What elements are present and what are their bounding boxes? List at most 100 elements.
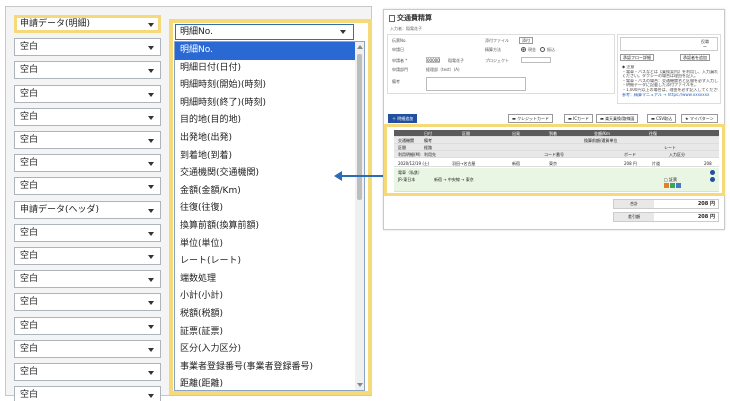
chevron-down-icon[interactable] [148, 115, 154, 120]
dropdown-option[interactable]: レート(レート) [175, 253, 364, 271]
mapping-select-13[interactable]: 空白 [14, 293, 161, 312]
dropdown-option[interactable]: 金額(金額/Km) [175, 183, 364, 201]
scroll-up-icon[interactable] [357, 45, 363, 49]
chevron-down-icon[interactable] [148, 92, 154, 97]
add-approver-button[interactable]: 承認者を追加 [680, 54, 710, 61]
chevron-down-icon[interactable] [148, 371, 154, 375]
dropdown-option[interactable]: 明細日付(日付) [175, 60, 364, 78]
chevron-down-icon[interactable] [148, 301, 154, 306]
mapping-select-value: 申請データ(明細) [20, 19, 91, 29]
approver-role-value: ー [703, 44, 707, 49]
chevron-down-icon[interactable] [148, 69, 154, 74]
mapping-select-value: 空白 [20, 65, 39, 76]
attach-button[interactable]: 添付 [519, 37, 533, 44]
dropdown-option[interactable]: 事業者登録番号(事業者登録番号) [175, 359, 364, 377]
chevron-down-icon[interactable] [148, 394, 154, 399]
mapping-select-4[interactable]: 空白 [14, 84, 161, 103]
mapping-select-value: 空白 [20, 42, 39, 53]
chevron-down-icon[interactable] [148, 46, 154, 51]
dropdown-option[interactable]: 証票(証票) [175, 324, 364, 342]
net-total-row: 差引額 208 円 [613, 212, 719, 222]
dropdown-option[interactable]: 税額(税額) [175, 306, 364, 324]
transit-search-button[interactable]: ▬ 楽天乗換/路線図 [596, 114, 639, 123]
scroll-down-icon[interactable] [357, 383, 363, 387]
dropdown-option[interactable]: 到着地(到着) [175, 148, 364, 166]
tag-icon[interactable] [676, 183, 681, 188]
approval-flow-button[interactable]: 承認フロー詳細 [620, 54, 654, 61]
scrollbar-thumb[interactable] [357, 54, 362, 200]
dropdown-option[interactable]: 換算前額(換算前額) [175, 218, 364, 236]
chevron-down-icon[interactable] [148, 255, 154, 259]
approval-panel: 役職 ー 承認フロー詳細 承認者を追加 ◆ 注意 ・電車・バスなどは【乗換案内】… [617, 34, 721, 104]
mapping-select-11[interactable]: 空白 [14, 247, 161, 265]
dropdown-option[interactable]: 明細No. [175, 42, 364, 60]
dropdown-option[interactable]: 区分(入力区分) [175, 341, 364, 359]
mapping-select-2[interactable]: 空白 [14, 38, 161, 57]
mapping-select-5[interactable]: 空白 [14, 107, 161, 126]
mapping-select-10[interactable]: 空白 [14, 223, 161, 242]
dropdown-option[interactable]: 距離(距離) [175, 376, 364, 390]
table-row[interactable]: 2020/12/19 (土) 羽田→名古屋 新宿 東京 208 円 片道 208 [394, 160, 719, 167]
mapping-select-value: 申請データ(ヘッダ) [20, 204, 100, 215]
table-row[interactable]: 電車（私鉄） JR-東日本 新宿 → 中央線 → 東京 □ 証票 [394, 168, 719, 192]
ic-card-button[interactable]: ▬ ICカード [564, 114, 594, 123]
column-mapping-panel: 申請データ(明細) 空白 空白 空白 空白 空白 空白 空白 申請データ(ヘッダ) 空白 空白 空白空… [5, 6, 372, 401]
mapping-select-16[interactable]: 空白 [14, 363, 161, 381]
tag-icon[interactable] [664, 183, 669, 188]
mapping-select-3[interactable]: 空白 [14, 61, 161, 80]
add-detail-button[interactable]: ＋ 明細追加 [388, 114, 418, 123]
copy-icon[interactable] [710, 177, 715, 182]
dropdown-option[interactable]: 単位(単位) [175, 236, 364, 254]
mapping-select-1[interactable]: 申請データ(明細) [14, 15, 161, 33]
project-field[interactable] [521, 57, 551, 63]
radio-cash-label: 現金 [528, 47, 536, 52]
mapping-select-14[interactable]: 空白 [14, 316, 161, 335]
chevron-down-icon[interactable] [148, 208, 154, 213]
dropdown-option[interactable]: 明細時刻(終了)(時刻) [175, 95, 364, 113]
radio-cash[interactable] [521, 47, 526, 52]
edit-icon[interactable] [710, 170, 715, 175]
chevron-down-icon[interactable] [148, 139, 154, 143]
radio-transfer[interactable] [540, 47, 545, 52]
dropdown-option[interactable]: 出発地(出発) [175, 130, 364, 148]
arrow-connector [340, 175, 386, 177]
chevron-down-icon[interactable] [148, 324, 154, 329]
label-applicant: 申請者 * [392, 58, 408, 63]
applicant-code-field[interactable]: 00000 [426, 57, 440, 63]
mapping-select-6[interactable]: 空白 [14, 131, 161, 149]
my-pattern-button[interactable]: ★ マイパターン [681, 114, 718, 123]
dropdown-option[interactable]: 目的地(目的地) [175, 112, 364, 130]
dropdown-option[interactable]: 小計(小計) [175, 288, 364, 306]
mapping-select-8[interactable]: 空白 [14, 177, 161, 196]
mapping-select-17[interactable]: 空白 [14, 386, 161, 401]
detail-table-highlight: 日付 区間 出発 到着 金額/Km 往復 交通機関 備考 換算前額/通貨単位 区… [384, 124, 725, 196]
tag-icon[interactable] [670, 183, 675, 188]
field-select[interactable]: 明細No. [175, 24, 354, 40]
scrollbar[interactable] [355, 42, 364, 390]
dropdown-option[interactable]: 往復(往復) [175, 200, 364, 218]
mapping-select-9[interactable]: 申請データ(ヘッダ) [14, 200, 161, 219]
dropdown-option[interactable]: 端数処理 [175, 271, 364, 289]
field-select-value: 明細No. [180, 27, 213, 37]
manual-link[interactable]: 参考：精算マニュアル → https://www.xxxxxxx [622, 93, 718, 98]
chevron-down-icon[interactable] [148, 347, 154, 352]
notes: ◆ 注意 ・電車・バスなどは【乗換案内】を利用し、入力漏れのないようにして くだ… [622, 65, 718, 97]
chevron-down-icon[interactable] [148, 23, 154, 27]
field-options-list[interactable]: 明細No. 明細日付(日付) 明細時刻(開始)(時刻) 明細時刻(終了)(時刻) 目的地… [174, 41, 365, 391]
mapping-select-7[interactable]: 空白 [14, 154, 161, 173]
credit-card-button[interactable]: ▬ クレジットカード [508, 114, 554, 123]
dropdown-option[interactable]: 明細時刻(開始)(時刻) [175, 77, 364, 95]
mapping-select-value: 空白 [20, 227, 39, 238]
mapping-select-12[interactable]: 空白 [14, 270, 161, 289]
mapping-select-15[interactable]: 空白 [14, 339, 161, 358]
chevron-down-icon[interactable] [148, 231, 154, 236]
memo-field[interactable] [426, 77, 526, 91]
chevron-down-icon[interactable] [148, 185, 154, 190]
mapping-select-value: 空白 [20, 135, 39, 145]
chevron-down-icon[interactable] [340, 30, 346, 34]
chevron-down-icon[interactable] [148, 162, 154, 167]
mapping-select-value: 空白 [20, 320, 39, 331]
csv-import-button[interactable]: ▬ CSV取込 [647, 114, 677, 123]
table-header-row: 日付 区間 出発 到着 金額/Km 往復 [394, 130, 719, 137]
chevron-down-icon[interactable] [148, 278, 154, 283]
